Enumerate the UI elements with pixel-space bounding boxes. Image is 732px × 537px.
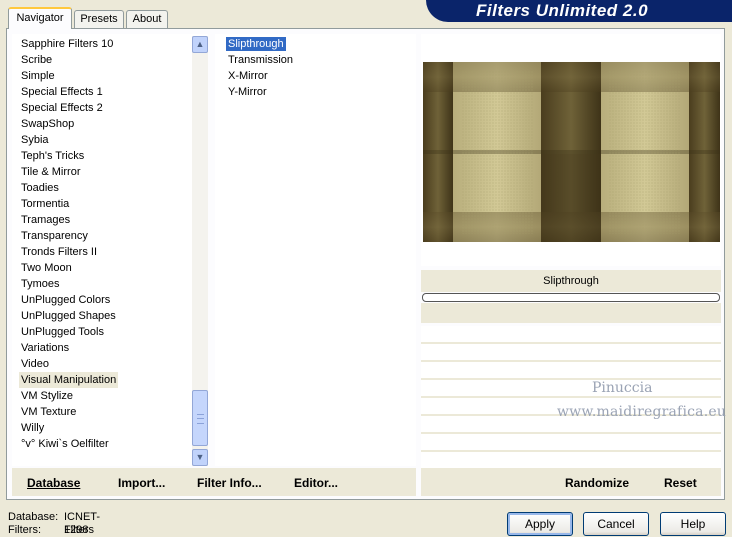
import-button[interactable]: Import... [118,475,165,491]
tab-about[interactable]: About [126,10,168,28]
parameter-header [421,303,721,323]
watermark-url: www.maidiregrafica.eu [557,404,727,420]
status-filters-value: 1298 [64,524,89,536]
category-item[interactable]: Teph's Tricks [19,148,86,164]
parameter-row [421,362,721,380]
tab-navigator[interactable]: Navigator [8,7,72,29]
parameter-row [421,326,721,344]
help-button[interactable]: Help [660,512,726,536]
category-item[interactable]: Special Effects 2 [19,100,105,116]
category-item[interactable]: Willy [19,420,46,436]
category-item[interactable]: Sybia [19,132,51,148]
category-list[interactable]: Sapphire Filters 10 Scribe Simple Special E… [12,34,208,466]
filter-list[interactable]: Slipthrough Transmission X-Mirror Y-Mirror [215,34,416,466]
database-button[interactable]: Database [27,475,80,491]
category-item[interactable]: Video [19,356,51,372]
preview-image [423,62,720,242]
filter-info-button[interactable]: Filter Info... [197,475,262,491]
scroll-thumb[interactable] [192,390,208,446]
category-item[interactable]: Tymoes [19,276,62,292]
filter-item[interactable]: Y-Mirror [226,85,269,99]
scroll-down-button[interactable]: ▼ [192,449,208,466]
status-filters: Filters: 1298 [8,524,88,537]
apply-button[interactable]: Apply [507,512,573,536]
randomize-button[interactable]: Randomize [565,475,629,491]
editor-button[interactable]: Editor... [294,475,338,491]
scroll-up-button[interactable]: ▲ [192,36,208,53]
parameter-row [421,380,721,398]
category-item[interactable]: Tormentia [19,196,71,212]
progress-bar [422,293,720,302]
category-item[interactable]: Tramages [19,212,72,228]
category-item[interactable]: Visual Manipulation [19,372,119,388]
category-item[interactable]: °v° Kiwi`s Oelfilter [19,436,111,452]
filter-item[interactable]: Slipthrough [226,37,286,51]
status-database-label: Database: [8,511,59,523]
status-database: Database: ICNET-Filters [8,511,100,536]
filter-item[interactable]: Transmission [226,53,295,67]
category-item[interactable]: Variations [19,340,71,356]
watermark-name: Pinuccia [592,380,653,396]
chevron-down-icon: ▼ [195,452,205,462]
category-scrollbar[interactable]: ▲ ▼ [192,36,208,466]
category-item[interactable]: UnPlugged Shapes [19,308,118,324]
filter-item[interactable]: X-Mirror [226,69,270,83]
category-item[interactable]: VM Texture [19,404,78,420]
title-banner: Filters Unlimited 2.0 [426,0,732,22]
chevron-up-icon: ▲ [195,39,205,49]
category-item[interactable]: Two Moon [19,260,74,276]
tab-presets[interactable]: Presets [74,10,124,28]
category-item[interactable]: Tronds Filters II [19,244,99,260]
category-item[interactable]: Toadies [19,180,61,196]
banner-title: Filters Unlimited 2.0 [476,1,649,20]
category-item[interactable]: Special Effects 1 [19,84,105,100]
category-item[interactable]: Simple [19,68,57,84]
status-filters-label: Filters: [8,524,41,536]
parameter-row [421,434,721,452]
category-item[interactable]: SwapShop [19,116,76,132]
category-item[interactable]: Sapphire Filters 10 [19,36,115,52]
filter-name-label: Slipthrough [421,270,721,292]
grip-icon [197,414,204,424]
category-item[interactable]: UnPlugged Tools [19,324,106,340]
parameter-row [421,344,721,362]
category-item[interactable]: Tile & Mirror [19,164,82,180]
category-item[interactable]: VM Stylize [19,388,75,404]
category-item[interactable]: Transparency [19,228,90,244]
category-item[interactable]: Scribe [19,52,54,68]
reset-button[interactable]: Reset [664,475,697,491]
cancel-button[interactable]: Cancel [583,512,649,536]
category-item[interactable]: UnPlugged Colors [19,292,112,308]
